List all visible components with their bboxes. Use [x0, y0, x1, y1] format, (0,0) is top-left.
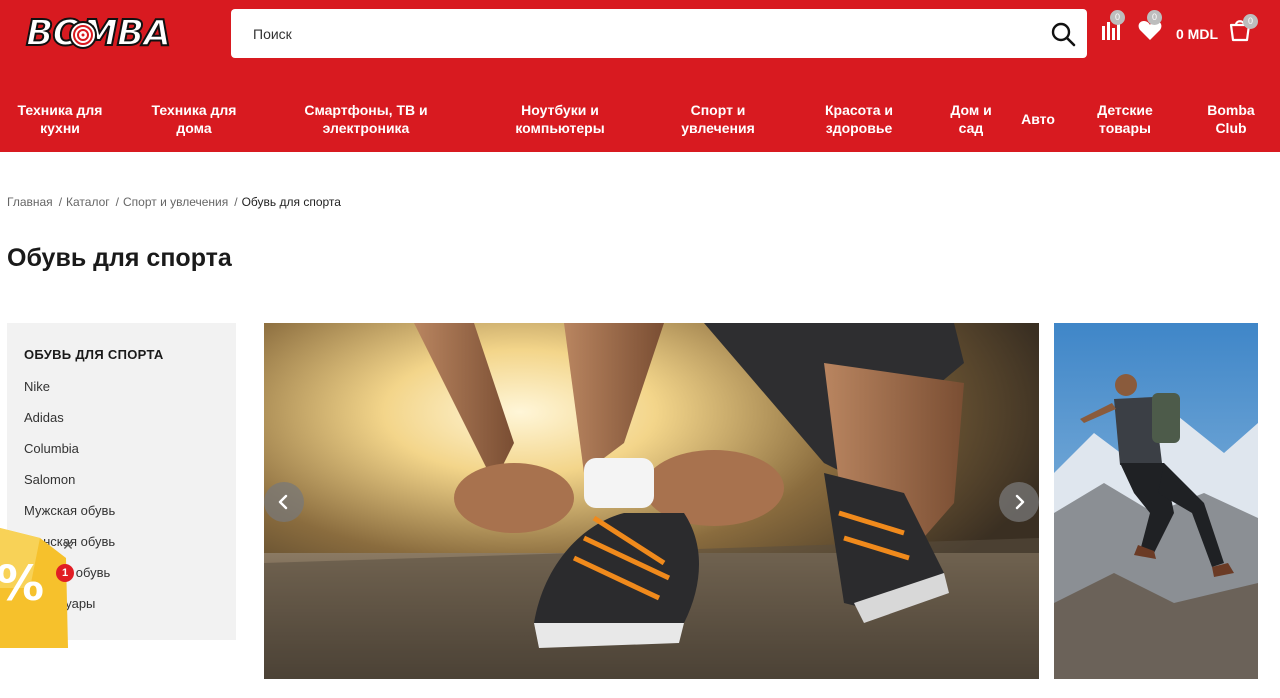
- percent-icon: %: [0, 556, 44, 612]
- nav-item-label: Красота и здоровье: [824, 102, 893, 136]
- logo-text: BOMBA: [25, 12, 172, 55]
- sidebar-item-columbia[interactable]: Columbia: [24, 441, 115, 472]
- hero-slider[interactable]: [264, 323, 1039, 679]
- close-icon[interactable]: ✕: [60, 537, 76, 553]
- nav-item-home-appliances[interactable]: Техника для дома: [140, 94, 248, 144]
- breadcrumb-current: Обувь для спорта: [241, 195, 341, 209]
- cart-count-badge: 0: [1243, 14, 1258, 29]
- nav-item-smartphones-tv[interactable]: Смартфоны, ТВ и электроника: [290, 94, 442, 144]
- search-icon[interactable]: [1049, 20, 1077, 48]
- bomba-logo[interactable]: BOMBA: [25, 12, 194, 56]
- nav-item-label: Ноутбуки и компьютеры: [515, 102, 605, 136]
- nav-item-laptops[interactable]: Ноутбуки и компьютеры: [500, 94, 620, 144]
- sidebar-item-nike[interactable]: Nike: [24, 379, 115, 410]
- page-title: Обувь для спорта: [7, 244, 232, 272]
- sidebar-item-adidas[interactable]: Adidas: [24, 410, 115, 441]
- nav-item-home-garden[interactable]: Дом и сад: [938, 94, 1004, 144]
- nav-item-kids[interactable]: Детские товары: [1080, 94, 1170, 144]
- search-bar: [231, 9, 1087, 58]
- breadcrumb: Главная / Каталог / Спорт и увлечения / Обувь …: [7, 195, 341, 209]
- slider-next-button[interactable]: [999, 482, 1039, 522]
- cart-total[interactable]: 0 MDL: [1176, 26, 1218, 42]
- hiker-banner-image: [1054, 323, 1258, 679]
- nav-item-sport[interactable]: Спорт и увлечения: [664, 94, 772, 144]
- wishlist-count-badge: 0: [1147, 10, 1162, 25]
- compare-count-badge: 0: [1110, 10, 1125, 25]
- search-input[interactable]: [231, 9, 1031, 58]
- nav-item-auto[interactable]: Авто: [1012, 94, 1064, 144]
- chevron-right-icon: [1015, 494, 1025, 510]
- breadcrumb-sport[interactable]: Спорт и увлечения: [123, 195, 228, 209]
- slider-prev-button[interactable]: [264, 482, 304, 522]
- nav-item-label: Авто: [1021, 111, 1055, 127]
- nav-item-label: Техника для дома: [151, 102, 237, 136]
- sidebar-item-salomon[interactable]: Salomon: [24, 472, 115, 503]
- logo-target-icon: [69, 21, 97, 49]
- main-nav: Техника для кухни Техника для дома Смарт…: [0, 94, 1280, 144]
- running-shoes-banner-image: [264, 323, 1039, 679]
- nav-item-label: Техника для кухни: [17, 102, 103, 136]
- breadcrumb-catalog[interactable]: Каталог: [66, 195, 110, 209]
- hiker-banner[interactable]: [1054, 323, 1258, 679]
- chevron-left-icon: [278, 494, 288, 510]
- nav-item-kitchen[interactable]: Техника для кухни: [6, 94, 114, 144]
- breadcrumb-separator: /: [58, 195, 63, 209]
- nav-item-label: Bomba Club: [1207, 102, 1255, 136]
- nav-item-beauty[interactable]: Красота и здоровье: [808, 94, 910, 144]
- nav-item-label: Дом и сад: [950, 102, 992, 136]
- nav-item-label: Спорт и увлечения: [681, 102, 755, 136]
- breadcrumb-home[interactable]: Главная: [7, 195, 53, 209]
- breadcrumb-separator: /: [234, 195, 238, 209]
- nav-item-bomba-club[interactable]: Bomba Club: [1192, 94, 1270, 144]
- nav-item-label: Детские товары: [1097, 102, 1153, 136]
- breadcrumb-separator: /: [115, 195, 119, 209]
- nav-item-label: Смартфоны, ТВ и электроника: [304, 102, 428, 136]
- promo-count-badge: 1: [56, 564, 74, 582]
- sidebar-heading: ОБУВЬ ДЛЯ СПОРТА: [24, 347, 164, 362]
- site-header: BOMBA 0 0 0 MDL 0 Техника для кухни Техн…: [0, 0, 1280, 152]
